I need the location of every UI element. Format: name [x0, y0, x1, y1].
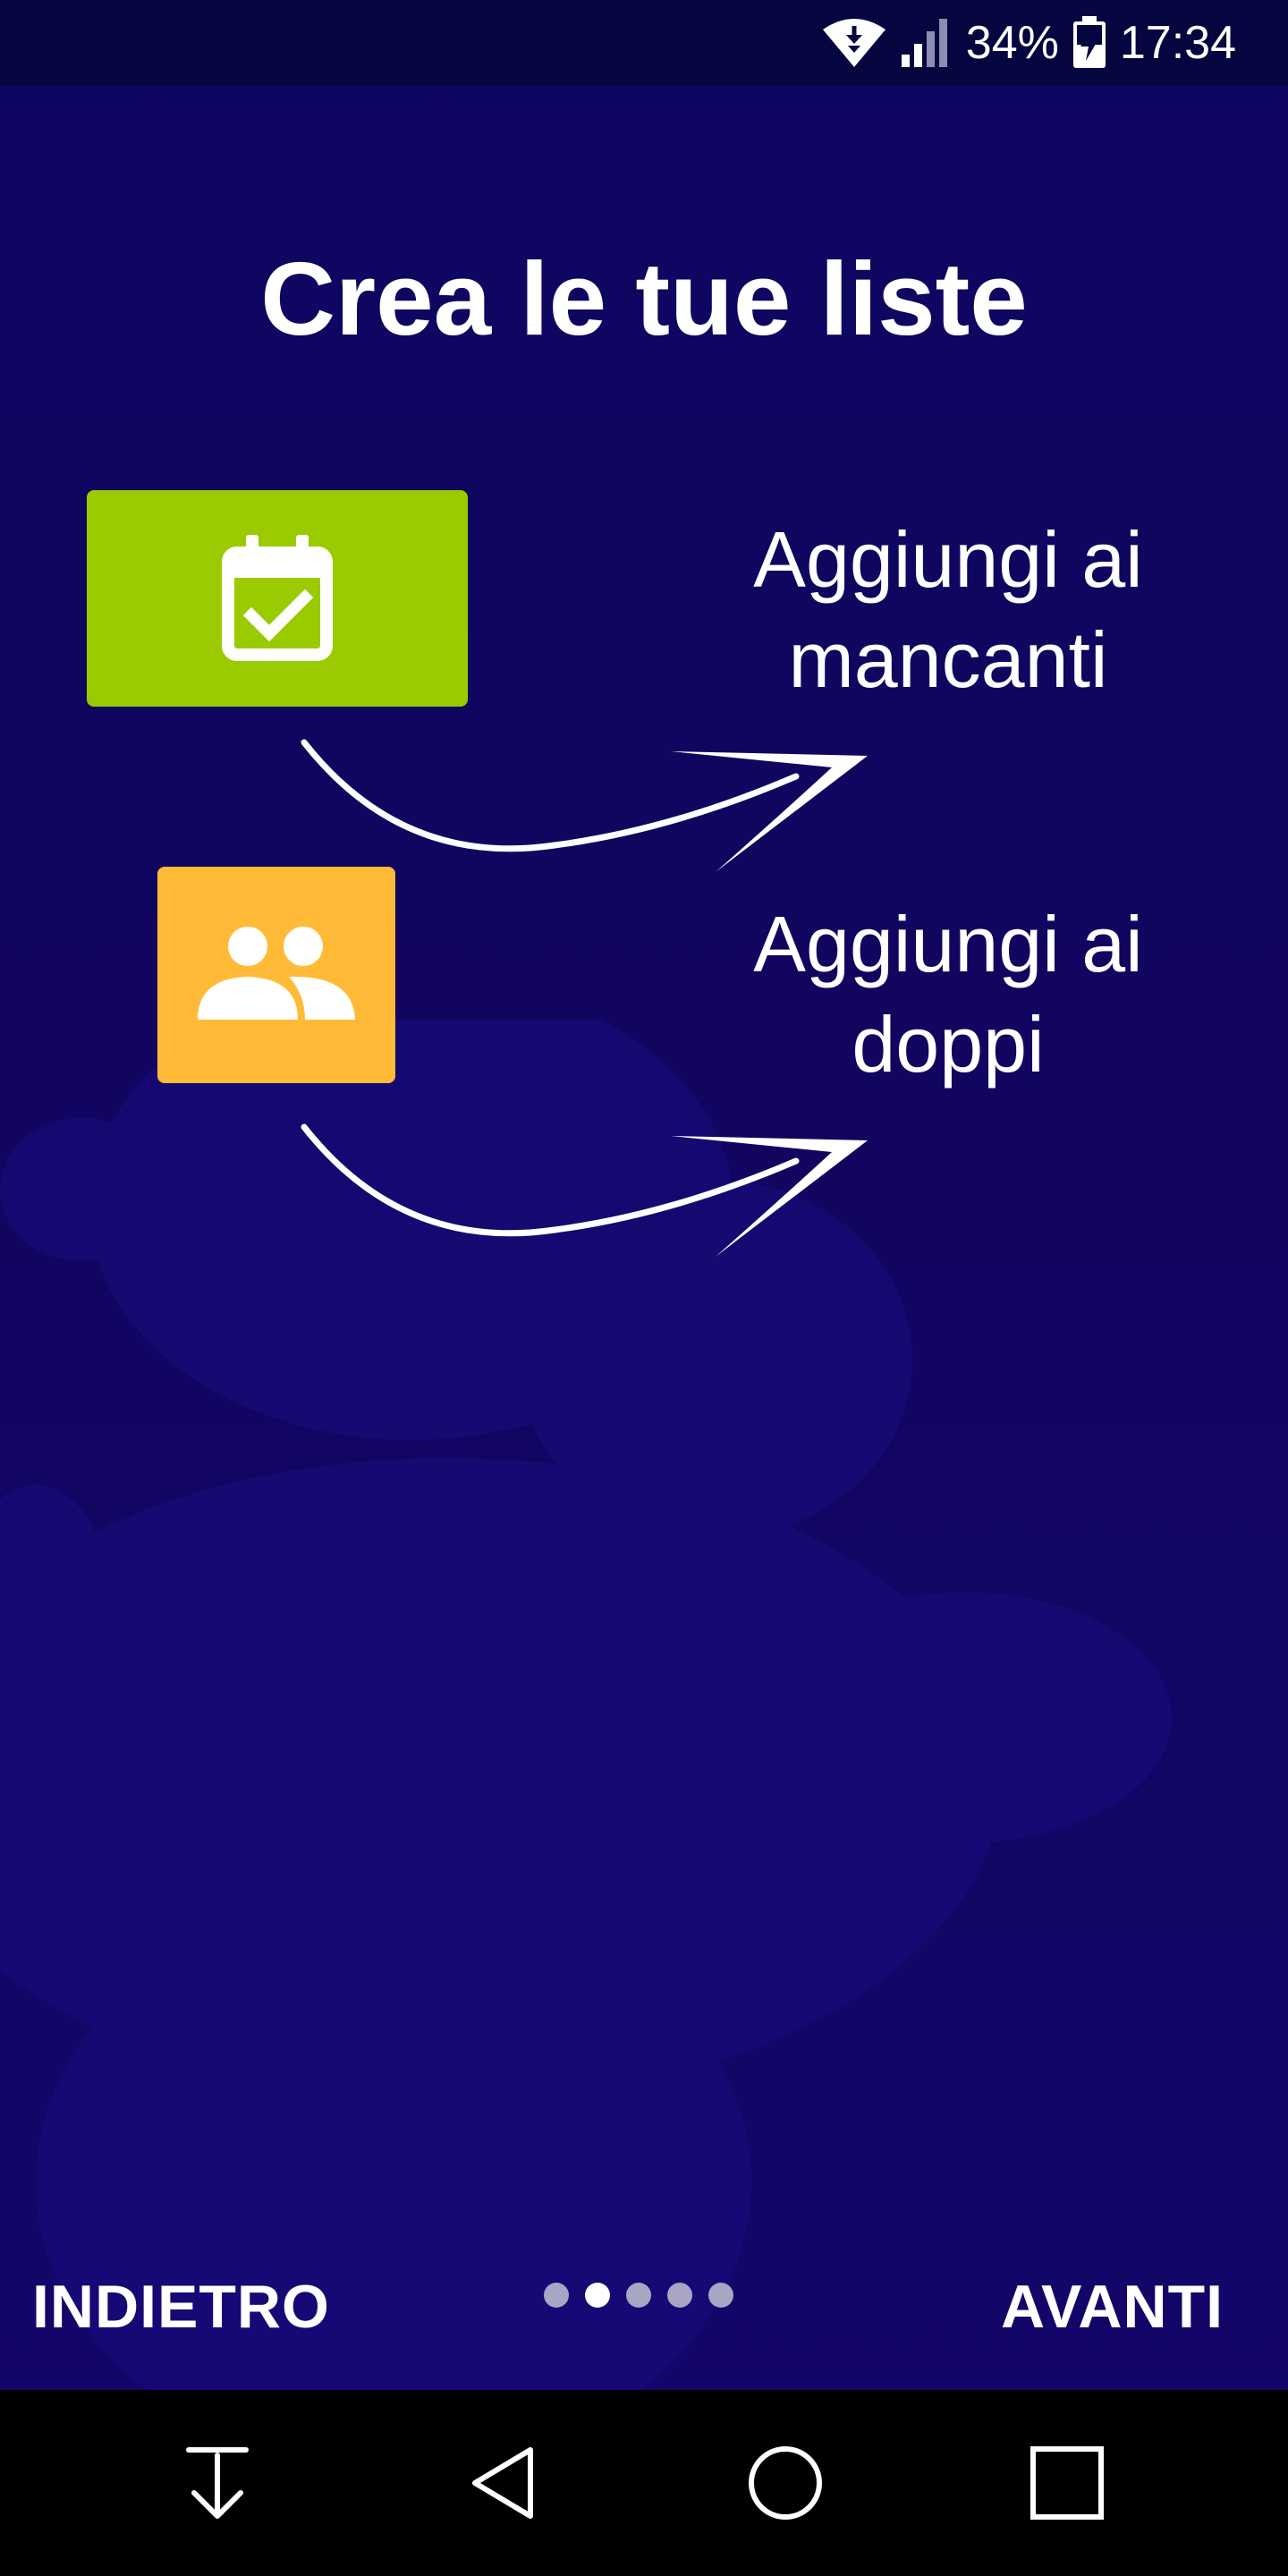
signal-icon [900, 17, 953, 69]
next-button[interactable]: AVANTI [1001, 2272, 1224, 2342]
clock: 17:34 [1119, 17, 1236, 69]
battery-charging-icon [1072, 16, 1107, 70]
back-button[interactable]: INDIETRO [32, 2272, 330, 2342]
recents-icon[interactable] [1013, 2429, 1121, 2537]
page-dot[interactable] [708, 2283, 733, 2308]
battery-percent: 34% [965, 17, 1059, 69]
status-bar: 34% 17:34 [0, 0, 1288, 86]
people-icon [196, 919, 357, 1031]
home-icon[interactable] [732, 2429, 839, 2537]
pager-bar: INDIETRO AVANTI [0, 2245, 1288, 2370]
doubles-list-label: Aggiungi ai doppi [753, 900, 1143, 1089]
page-indicator [544, 2283, 733, 2308]
page-dot[interactable] [667, 2283, 692, 2308]
onboarding-screen: 34% 17:34 Crea le tue liste Aggiungi ai … [0, 0, 1288, 2576]
navigation-bar [0, 2390, 1288, 2576]
missing-list-tile [87, 490, 468, 707]
arrow-icon [301, 739, 868, 872]
calendar-check-icon [210, 530, 344, 668]
background-silhouette [0, 1020, 1172, 2415]
page-dot[interactable] [626, 2283, 651, 2308]
arrow-icon [301, 1123, 868, 1257]
page-dot[interactable] [544, 2283, 569, 2308]
missing-list-label: Aggiungi ai mancanti [753, 515, 1143, 704]
wifi-icon [821, 17, 887, 69]
page-title: Crea le tue liste [260, 241, 1028, 357]
back-icon[interactable] [450, 2429, 557, 2537]
page-dot-active[interactable] [585, 2283, 610, 2308]
download-icon[interactable] [164, 2429, 271, 2537]
doubles-list-tile [157, 867, 395, 1083]
